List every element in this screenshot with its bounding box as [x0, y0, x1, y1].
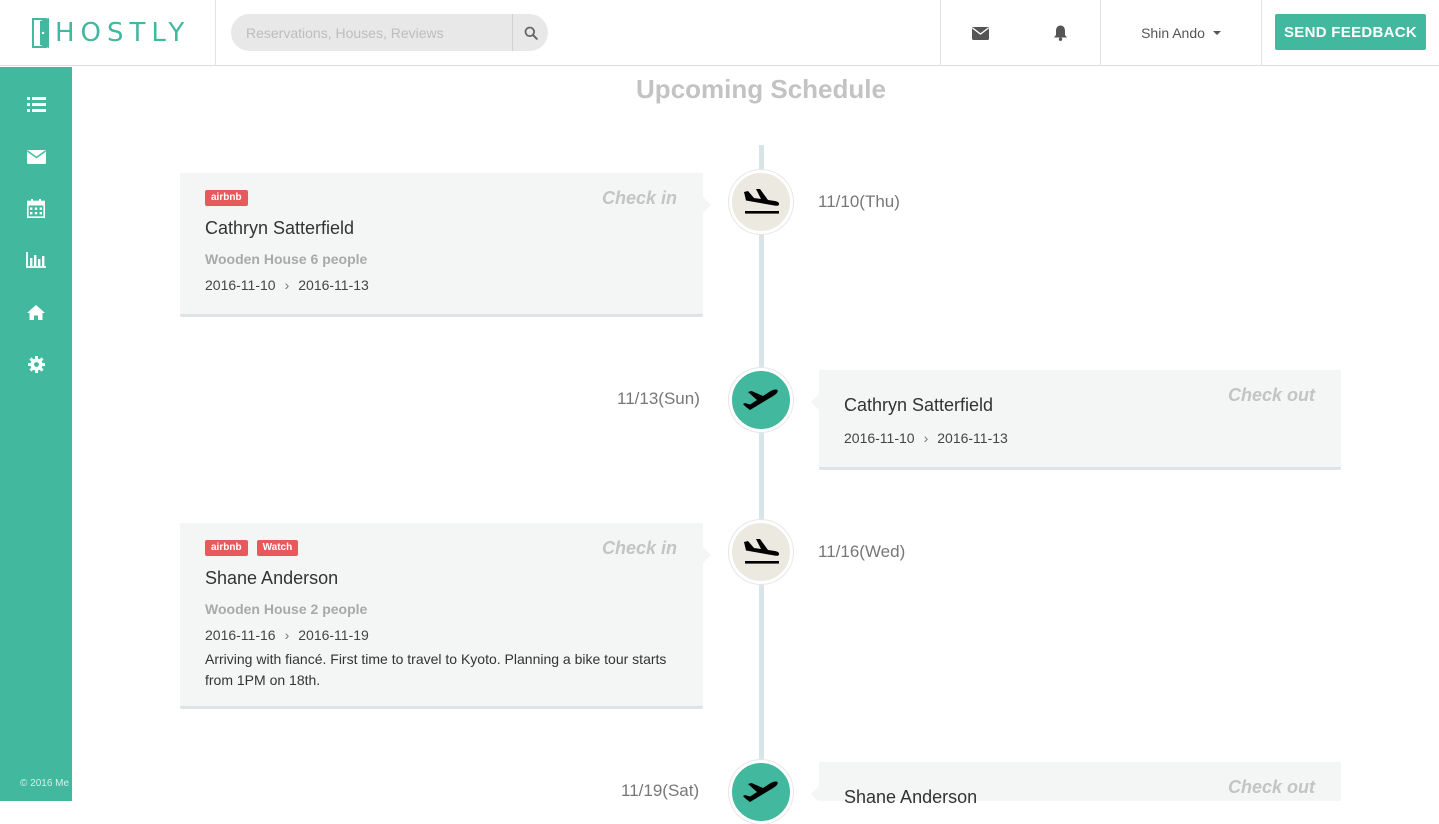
- top-header: HOSTLY Shin Ando SEND FEEDBACK: [0, 0, 1439, 66]
- messages-button[interactable]: [940, 0, 1020, 66]
- timeline-node-checkout: [729, 368, 793, 432]
- date-separator: ›: [284, 277, 290, 293]
- end-date: 2016-11-13: [298, 277, 369, 293]
- logo[interactable]: HOSTLY: [0, 0, 216, 66]
- guest-name[interactable]: Shane Anderson: [844, 787, 977, 808]
- user-name: Shin Ando: [1141, 25, 1205, 41]
- timeline-node-checkout: [729, 760, 793, 824]
- end-date: 2016-11-19: [298, 627, 369, 643]
- start-date: 2016-11-10: [205, 277, 276, 293]
- send-feedback-button[interactable]: SEND FEEDBACK: [1275, 14, 1426, 50]
- sidebar-item-settings[interactable]: [0, 344, 72, 384]
- event-card-checkin[interactable]: Check in airbnb Cathryn Satterfield Wood…: [180, 173, 711, 317]
- event-date: 11/19(Sat): [621, 781, 700, 800]
- start-date: 2016-11-10: [844, 430, 915, 446]
- logo-text: HOSTLY: [55, 18, 191, 48]
- event-date: 11/16(Wed): [818, 542, 906, 561]
- event-card-checkout[interactable]: Check out Shane Anderson: [811, 762, 1341, 807]
- badge-group: airbnb: [205, 190, 248, 206]
- end-date: 2016-11-13: [937, 430, 1008, 446]
- mail-icon: [972, 26, 989, 40]
- source-badge: airbnb: [205, 190, 248, 206]
- stay-dates: 2016-11-10 › 2016-11-13: [844, 430, 1008, 446]
- badge-group: airbnb Watch: [205, 540, 299, 556]
- event-date: 11/10(Thu): [818, 192, 900, 211]
- date-separator: ›: [284, 627, 290, 643]
- timeline-node-checkin: [729, 170, 793, 234]
- sidebar-item-calendar[interactable]: [0, 188, 72, 228]
- gear-icon: [27, 355, 45, 373]
- search-button[interactable]: [512, 14, 548, 51]
- guest-note: Arriving with fiancé. First time to trav…: [205, 651, 667, 688]
- mail-icon: [26, 150, 46, 164]
- sidebar-item-houses[interactable]: [0, 292, 72, 332]
- date-separator: ›: [923, 430, 929, 446]
- notifications-button[interactable]: [1020, 0, 1100, 66]
- timeline-line: [759, 145, 764, 805]
- plane-takeoff-icon: [743, 781, 778, 802]
- calendar-icon: [27, 198, 45, 218]
- sidebar: [0, 67, 72, 801]
- event-type-label: Check in: [601, 188, 677, 208]
- stay-dates: 2016-11-16 › 2016-11-19: [205, 627, 369, 643]
- event-type-label: Check in: [601, 538, 677, 558]
- search-icon: [524, 26, 538, 40]
- door-logo-icon: [32, 18, 52, 48]
- search-input[interactable]: [231, 14, 512, 51]
- bar-chart-icon: [26, 252, 46, 268]
- sidebar-item-stats[interactable]: [0, 240, 72, 280]
- guest-name[interactable]: Cathryn Satterfield: [205, 218, 354, 239]
- home-icon: [27, 304, 45, 320]
- guest-name[interactable]: Cathryn Satterfield: [844, 395, 993, 416]
- plane-landing-icon: [744, 539, 780, 564]
- sidebar-item-messages[interactable]: [0, 137, 72, 177]
- house-name: Wooden House 2 people: [205, 601, 368, 617]
- start-date: 2016-11-16: [205, 627, 276, 643]
- guest-name[interactable]: Shane Anderson: [205, 568, 338, 589]
- chevron-down-icon: [1212, 31, 1221, 35]
- event-date: 11/13(Sun): [617, 389, 700, 408]
- event-type-label: Check out: [1227, 385, 1315, 405]
- plane-landing-icon: [744, 189, 780, 214]
- house-name: Wooden House 6 people: [205, 251, 368, 267]
- source-badge: airbnb: [205, 540, 248, 556]
- bell-icon: [1053, 25, 1067, 41]
- stay-dates: 2016-11-10 › 2016-11-13: [205, 277, 369, 293]
- sidebar-item-list[interactable]: [0, 84, 72, 124]
- page-title: Upcoming Schedule: [636, 74, 886, 104]
- watch-badge: Watch: [256, 540, 299, 556]
- search-bar: [231, 14, 548, 51]
- plane-takeoff-icon: [743, 389, 778, 410]
- list-icon: [26, 96, 46, 112]
- timeline-node-checkin: [729, 520, 793, 584]
- event-card-checkout[interactable]: Check out Cathryn Satterfield 2016-11-10…: [811, 370, 1341, 470]
- user-menu[interactable]: Shin Ando: [1100, 0, 1261, 66]
- event-card-checkin[interactable]: Check in airbnb Watch Shane Anderson Woo…: [180, 523, 711, 709]
- event-type-label: Check out: [1227, 777, 1315, 797]
- copyright-text: © 2016 Me: [20, 778, 70, 789]
